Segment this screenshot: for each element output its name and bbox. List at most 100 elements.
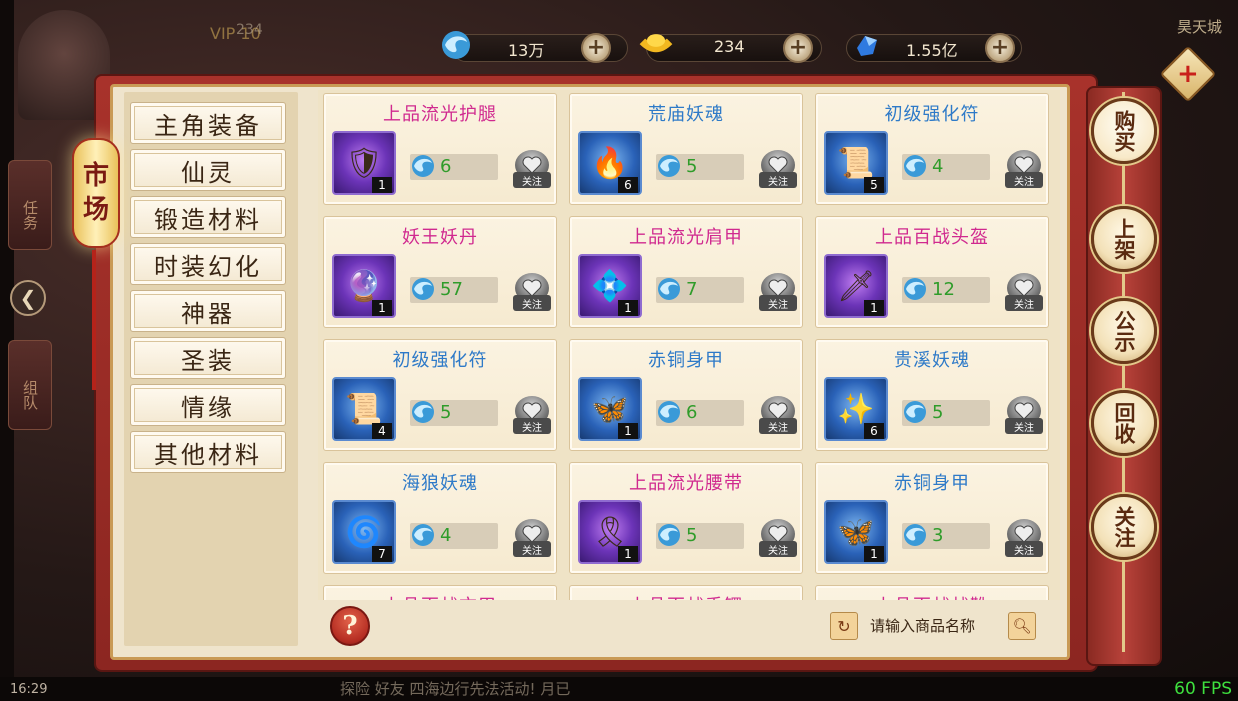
- blue-jade-icon: [408, 274, 438, 304]
- category-button[interactable]: 圣装: [130, 337, 286, 379]
- blue-jade-icon: [900, 397, 930, 427]
- item-price: 4: [440, 525, 452, 546]
- item-icon[interactable]: 🔥 6: [578, 131, 642, 195]
- item-card[interactable]: 赤铜身甲 🦋 1 3 关注: [815, 462, 1049, 574]
- item-price: 57: [440, 279, 463, 300]
- market-lantern-title: 市 场: [72, 138, 120, 248]
- side-action-button[interactable]: 上架: [1091, 206, 1157, 272]
- blue-jade-icon: [654, 520, 684, 550]
- market-title-char-1: 市: [82, 161, 109, 191]
- follow-button[interactable]: 关注: [759, 396, 797, 436]
- add-gold-button[interactable]: +: [783, 33, 813, 63]
- category-button[interactable]: 仙灵: [130, 149, 286, 191]
- category-button[interactable]: 锻造材料: [130, 196, 286, 238]
- follow-label: 关注: [1005, 541, 1043, 557]
- follow-button[interactable]: 关注: [513, 150, 551, 190]
- search-icon[interactable]: 🔍︎: [1008, 612, 1036, 640]
- side-tab-task[interactable]: 任务: [8, 160, 52, 250]
- category-button[interactable]: 主角装备: [130, 102, 286, 144]
- item-name: 赤铜身甲: [648, 350, 724, 371]
- follow-button[interactable]: 关注: [1005, 150, 1043, 190]
- item-card[interactable]: 初级强化符 📜 5 4 关注: [815, 93, 1049, 205]
- item-price: 12: [932, 279, 955, 300]
- blue-jade-icon: [408, 520, 438, 550]
- help-button[interactable]: ?: [330, 606, 370, 646]
- back-arrow-icon[interactable]: ❮: [10, 280, 46, 316]
- close-icon: +: [1177, 58, 1199, 89]
- item-icon[interactable]: 📜 4: [332, 377, 396, 441]
- item-count: 6: [618, 177, 638, 193]
- blue-jade-icon: [900, 274, 930, 304]
- item-name: 初级强化符: [392, 350, 488, 371]
- gold-value: 234: [714, 37, 745, 56]
- item-name: 上品百战头盔: [875, 227, 989, 248]
- item-card[interactable]: 上品流光护腿 🛡 1 6 关注: [323, 93, 557, 205]
- item-card[interactable]: 上品百战衣甲: [323, 585, 557, 600]
- item-card[interactable]: 上品百战战靴: [815, 585, 1049, 600]
- follow-label: 关注: [513, 541, 551, 557]
- item-count: 1: [618, 546, 638, 562]
- item-name: 海狼妖魂: [402, 473, 478, 494]
- item-count: 7: [372, 546, 392, 562]
- item-name: 初级强化符: [884, 104, 980, 125]
- item-card[interactable]: 上品流光腰带 🎗 1 5 关注: [569, 462, 803, 574]
- item-icon[interactable]: ✨ 6: [824, 377, 888, 441]
- add-crystal-button[interactable]: +: [985, 33, 1015, 63]
- side-action-button[interactable]: 公示: [1091, 298, 1157, 364]
- item-icon[interactable]: 🛡 1: [332, 131, 396, 195]
- category-button[interactable]: 神器: [130, 290, 286, 332]
- item-grid[interactable]: 上品流光护腿 🛡 1 6 关注 荒庙妖魂 🔥 6 5 关注 初级强化符 📜 5 4 关注 妖王妖丹 🔮 1 57 关注…: [318, 90, 1060, 600]
- follow-button[interactable]: 关注: [759, 519, 797, 559]
- item-icon[interactable]: 🦋 1: [824, 500, 888, 564]
- follow-button[interactable]: 关注: [1005, 273, 1043, 313]
- blue-jade-icon: [654, 274, 684, 304]
- add-jade-button[interactable]: +: [581, 33, 611, 63]
- item-icon[interactable]: 🌀 7: [332, 500, 396, 564]
- blue-jade-icon: [900, 151, 930, 181]
- item-name: 上品流光肩甲: [629, 227, 743, 248]
- item-name: 上品流光腰带: [629, 473, 743, 494]
- player-gold-small: 234: [236, 22, 263, 38]
- follow-button[interactable]: 关注: [759, 150, 797, 190]
- item-price: 5: [686, 525, 698, 546]
- item-icon[interactable]: 🔮 1: [332, 254, 396, 318]
- item-icon[interactable]: 📜 5: [824, 131, 888, 195]
- item-card[interactable]: 海狼妖魂 🌀 7 4 关注: [323, 462, 557, 574]
- item-card[interactable]: 上品百战手镯: [569, 585, 803, 600]
- side-action-button[interactable]: 回收: [1091, 390, 1157, 456]
- category-button[interactable]: 时装幻化: [130, 243, 286, 285]
- follow-button[interactable]: 关注: [513, 273, 551, 313]
- item-count: 6: [864, 423, 884, 439]
- scroll-rope: [1122, 92, 1125, 652]
- item-icon[interactable]: 🗡 1: [824, 254, 888, 318]
- item-card[interactable]: 荒庙妖魂 🔥 6 5 关注: [569, 93, 803, 205]
- search-input[interactable]: [862, 612, 1004, 640]
- item-count: 1: [372, 177, 392, 193]
- follow-button[interactable]: 关注: [513, 519, 551, 559]
- item-card[interactable]: 赤铜身甲 🦋 1 6 关注: [569, 339, 803, 451]
- side-action-button[interactable]: 关注: [1091, 494, 1157, 560]
- follow-button[interactable]: 关注: [1005, 396, 1043, 436]
- item-card[interactable]: 妖王妖丹 🔮 1 57 关注: [323, 216, 557, 328]
- item-card[interactable]: 贵溪妖魂 ✨ 6 5 关注: [815, 339, 1049, 451]
- item-card[interactable]: 上品百战头盔 🗡 1 12 关注: [815, 216, 1049, 328]
- category-button[interactable]: 情缘: [130, 384, 286, 426]
- item-icon[interactable]: 💠 1: [578, 254, 642, 318]
- follow-button[interactable]: 关注: [1005, 519, 1043, 559]
- follow-button[interactable]: 关注: [513, 396, 551, 436]
- item-name: 上品百战战靴: [816, 592, 1048, 600]
- side-tab-team[interactable]: 组队: [8, 340, 52, 430]
- item-icon[interactable]: 🦋 1: [578, 377, 642, 441]
- category-button[interactable]: 其他材料: [130, 431, 286, 473]
- refresh-icon[interactable]: ↻: [830, 612, 858, 640]
- follow-button[interactable]: 关注: [759, 273, 797, 313]
- side-action-button[interactable]: 购买: [1091, 98, 1157, 164]
- item-icon[interactable]: 🎗 1: [578, 500, 642, 564]
- item-card[interactable]: 上品流光肩甲 💠 1 7 关注: [569, 216, 803, 328]
- item-card[interactable]: 初级强化符 📜 4 5 关注: [323, 339, 557, 451]
- jade-value: 13万: [508, 41, 545, 60]
- blue-jade-icon: [654, 151, 684, 181]
- follow-label: 关注: [1005, 295, 1043, 311]
- follow-label: 关注: [513, 295, 551, 311]
- fps-counter: 60 FPS: [1174, 679, 1232, 699]
